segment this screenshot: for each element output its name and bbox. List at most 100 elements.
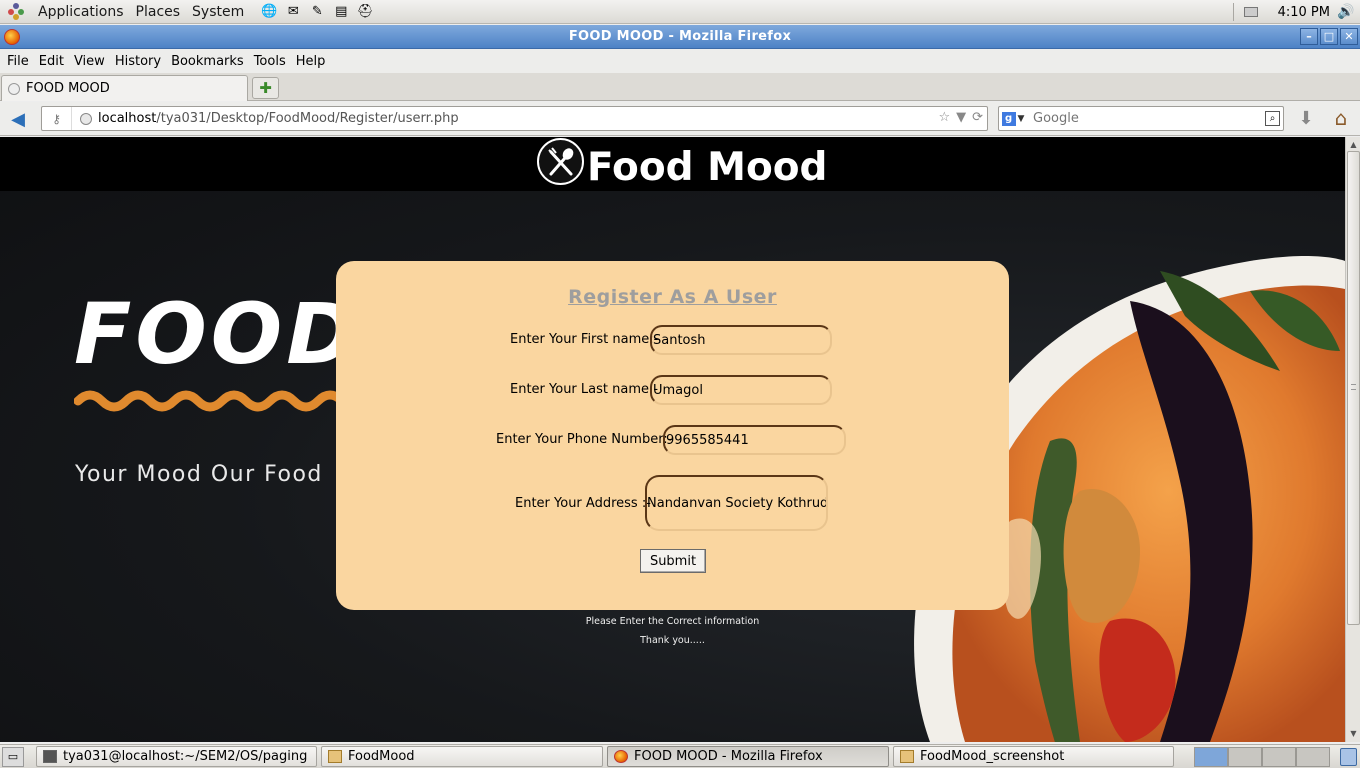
vertical-scrollbar[interactable]: ▲ ▼ bbox=[1345, 137, 1360, 742]
engine-dropdown-icon: ▼ bbox=[1017, 113, 1025, 124]
task-firefox[interactable]: FOOD MOOD - Mozilla Firefox bbox=[607, 746, 889, 767]
menu-file[interactable]: File bbox=[2, 54, 34, 69]
scroll-grip bbox=[1351, 384, 1356, 390]
hero-word: FOOD bbox=[74, 285, 360, 383]
page-viewport: Food Mood FOOD Your Mood Our Food Regist… bbox=[0, 137, 1345, 742]
task-label: FOOD MOOD - Mozilla Firefox bbox=[634, 749, 823, 764]
menu-tools[interactable]: Tools bbox=[249, 54, 291, 69]
magnifier-icon[interactable]: ⌕ bbox=[1265, 111, 1280, 126]
editor-launcher-icon[interactable]: ✎ bbox=[306, 2, 328, 22]
workspace-2[interactable] bbox=[1228, 747, 1262, 767]
panel-separator bbox=[1232, 3, 1234, 21]
first-name-label: Enter Your First name:- bbox=[510, 332, 659, 347]
register-heading: Register As A User bbox=[568, 286, 777, 308]
first-name-row: Enter Your First name:- bbox=[336, 325, 1009, 355]
close-button[interactable]: ✕ bbox=[1340, 28, 1358, 45]
system-menu[interactable]: System bbox=[186, 4, 250, 20]
menu-edit[interactable]: Edit bbox=[34, 54, 69, 69]
top-panel: Applications Places System 🌐 ✉ ✎ ▤ ⛑ 4:1… bbox=[0, 0, 1360, 24]
navigation-toolbar: ◀ ⚷ localhost/tya031/Desktop/FoodMood/Re… bbox=[0, 102, 1360, 136]
task-screenshot-folder[interactable]: FoodMood_screenshot bbox=[893, 746, 1174, 767]
address-row: Enter Your Address :- Nandanvan Society … bbox=[336, 475, 1009, 531]
gnome-foot-icon[interactable] bbox=[8, 2, 26, 21]
page-favicon-icon bbox=[8, 82, 20, 95]
site-title: Food Mood bbox=[587, 145, 828, 190]
task-terminal[interactable]: tya031@localhost:~/SEM2/OS/paging bbox=[36, 746, 317, 767]
window-controls: – □ ✕ bbox=[1300, 28, 1358, 45]
phone-row: Enter Your Phone Number:- bbox=[336, 425, 1009, 455]
workspace-3[interactable] bbox=[1262, 747, 1296, 767]
menu-bookmarks[interactable]: Bookmarks bbox=[166, 54, 249, 69]
bottom-taskbar: ▭ tya031@localhost:~/SEM2/OS/paging Food… bbox=[0, 744, 1360, 768]
search-input[interactable] bbox=[1033, 111, 1253, 126]
applications-menu[interactable]: Applications bbox=[32, 4, 130, 20]
folder-icon bbox=[900, 750, 914, 763]
phone-label: Enter Your Phone Number:- bbox=[496, 432, 673, 447]
tab-label: FOOD MOOD bbox=[26, 81, 110, 96]
scroll-down-arrow-icon[interactable]: ▼ bbox=[1348, 728, 1359, 739]
hero-tagline: Your Mood Our Food bbox=[75, 462, 323, 487]
maximize-button[interactable]: □ bbox=[1320, 28, 1338, 45]
info-note: Please Enter the Correct information bbox=[585, 616, 760, 627]
show-desktop-icon[interactable]: ▭ bbox=[2, 747, 24, 767]
panel-tray: 4:10 PM 🔊 bbox=[1232, 0, 1360, 24]
task-label: tya031@localhost:~/SEM2/OS/paging bbox=[63, 749, 308, 764]
hero-wave-divider bbox=[74, 390, 344, 412]
web-browser-launcher-icon[interactable]: 🌐 bbox=[258, 2, 280, 22]
url-host[interactable]: localhost bbox=[98, 111, 156, 126]
scroll-up-arrow-icon[interactable]: ▲ bbox=[1348, 139, 1359, 150]
tab-food-mood[interactable]: FOOD MOOD bbox=[1, 75, 248, 101]
menu-bar: File Edit View History Bookmarks Tools H… bbox=[0, 50, 1360, 73]
minimize-button[interactable]: – bbox=[1300, 28, 1318, 45]
url-path[interactable]: /tya031/Desktop/FoodMood/Register/userr.… bbox=[156, 111, 458, 126]
first-name-input[interactable] bbox=[650, 325, 832, 355]
volume-icon[interactable]: 🔊 bbox=[1336, 3, 1356, 21]
clock[interactable]: 4:10 PM bbox=[1278, 5, 1330, 20]
fork-spoon-logo-icon bbox=[537, 138, 584, 185]
submit-button[interactable]: Submit bbox=[640, 549, 706, 573]
site-header: Food Mood bbox=[0, 137, 1345, 191]
firefox-icon bbox=[614, 750, 628, 763]
bookmark-star-icon[interactable]: ☆ bbox=[938, 110, 950, 125]
window-titlebar[interactable]: FOOD MOOD - Mozilla Firefox – □ ✕ bbox=[0, 25, 1360, 49]
mail-launcher-icon[interactable]: ✉ bbox=[282, 2, 304, 22]
downloads-arrow-icon[interactable]: ⬇ bbox=[1294, 108, 1318, 130]
workspace-1[interactable] bbox=[1194, 747, 1228, 767]
help-launcher-icon[interactable]: ⛑ bbox=[354, 2, 376, 22]
task-label: FoodMood_screenshot bbox=[920, 749, 1065, 764]
network-icon[interactable] bbox=[1243, 7, 1258, 17]
google-icon: g bbox=[1001, 111, 1016, 126]
menu-help[interactable]: Help bbox=[291, 54, 331, 69]
panel-launchers: 🌐 ✉ ✎ ▤ ⛑ bbox=[258, 2, 376, 22]
search-engine-selector[interactable]: g ▼ bbox=[999, 111, 1027, 126]
trash-icon[interactable] bbox=[1340, 748, 1357, 766]
menu-view[interactable]: View bbox=[69, 54, 110, 69]
task-foodmood-folder[interactable]: FoodMood bbox=[321, 746, 603, 767]
task-label: FoodMood bbox=[348, 749, 415, 764]
workspace-4[interactable] bbox=[1296, 747, 1330, 767]
url-dropdown-chevron-icon[interactable]: ▼ bbox=[956, 110, 966, 125]
tab-strip: FOOD MOOD ✚ bbox=[0, 73, 1360, 101]
globe-icon bbox=[80, 112, 92, 125]
scroll-thumb[interactable] bbox=[1347, 151, 1360, 625]
back-arrow-icon[interactable]: ◀ bbox=[6, 108, 30, 130]
url-bar[interactable]: ⚷ localhost/tya031/Desktop/FoodMood/Regi… bbox=[41, 106, 988, 131]
address-label: Enter Your Address :- bbox=[515, 496, 651, 511]
search-bar[interactable]: g ▼ ⌕ bbox=[998, 106, 1284, 131]
last-name-label: Enter Your Last name:- bbox=[510, 382, 659, 397]
workspace-switcher bbox=[1194, 747, 1330, 767]
phone-input[interactable] bbox=[663, 425, 846, 455]
menu-history[interactable]: History bbox=[110, 54, 166, 69]
url-tools: ☆ ▼ ⟳ bbox=[938, 110, 983, 125]
last-name-row: Enter Your Last name:- bbox=[336, 375, 1009, 405]
thank-you-note: Thank you..... bbox=[640, 635, 705, 646]
address-textarea[interactable]: Nandanvan Society Kothrud bbox=[645, 475, 828, 531]
reload-icon[interactable]: ⟳ bbox=[972, 110, 983, 125]
new-tab-plus-icon[interactable]: ✚ bbox=[252, 77, 279, 99]
last-name-input[interactable] bbox=[650, 375, 832, 405]
site-identity-key-icon[interactable]: ⚷ bbox=[42, 107, 72, 130]
register-card: Register As A User Enter Your First name… bbox=[336, 261, 1009, 610]
places-menu[interactable]: Places bbox=[130, 4, 187, 20]
presentation-launcher-icon[interactable]: ▤ bbox=[330, 2, 352, 22]
home-icon[interactable]: ⌂ bbox=[1328, 107, 1354, 131]
